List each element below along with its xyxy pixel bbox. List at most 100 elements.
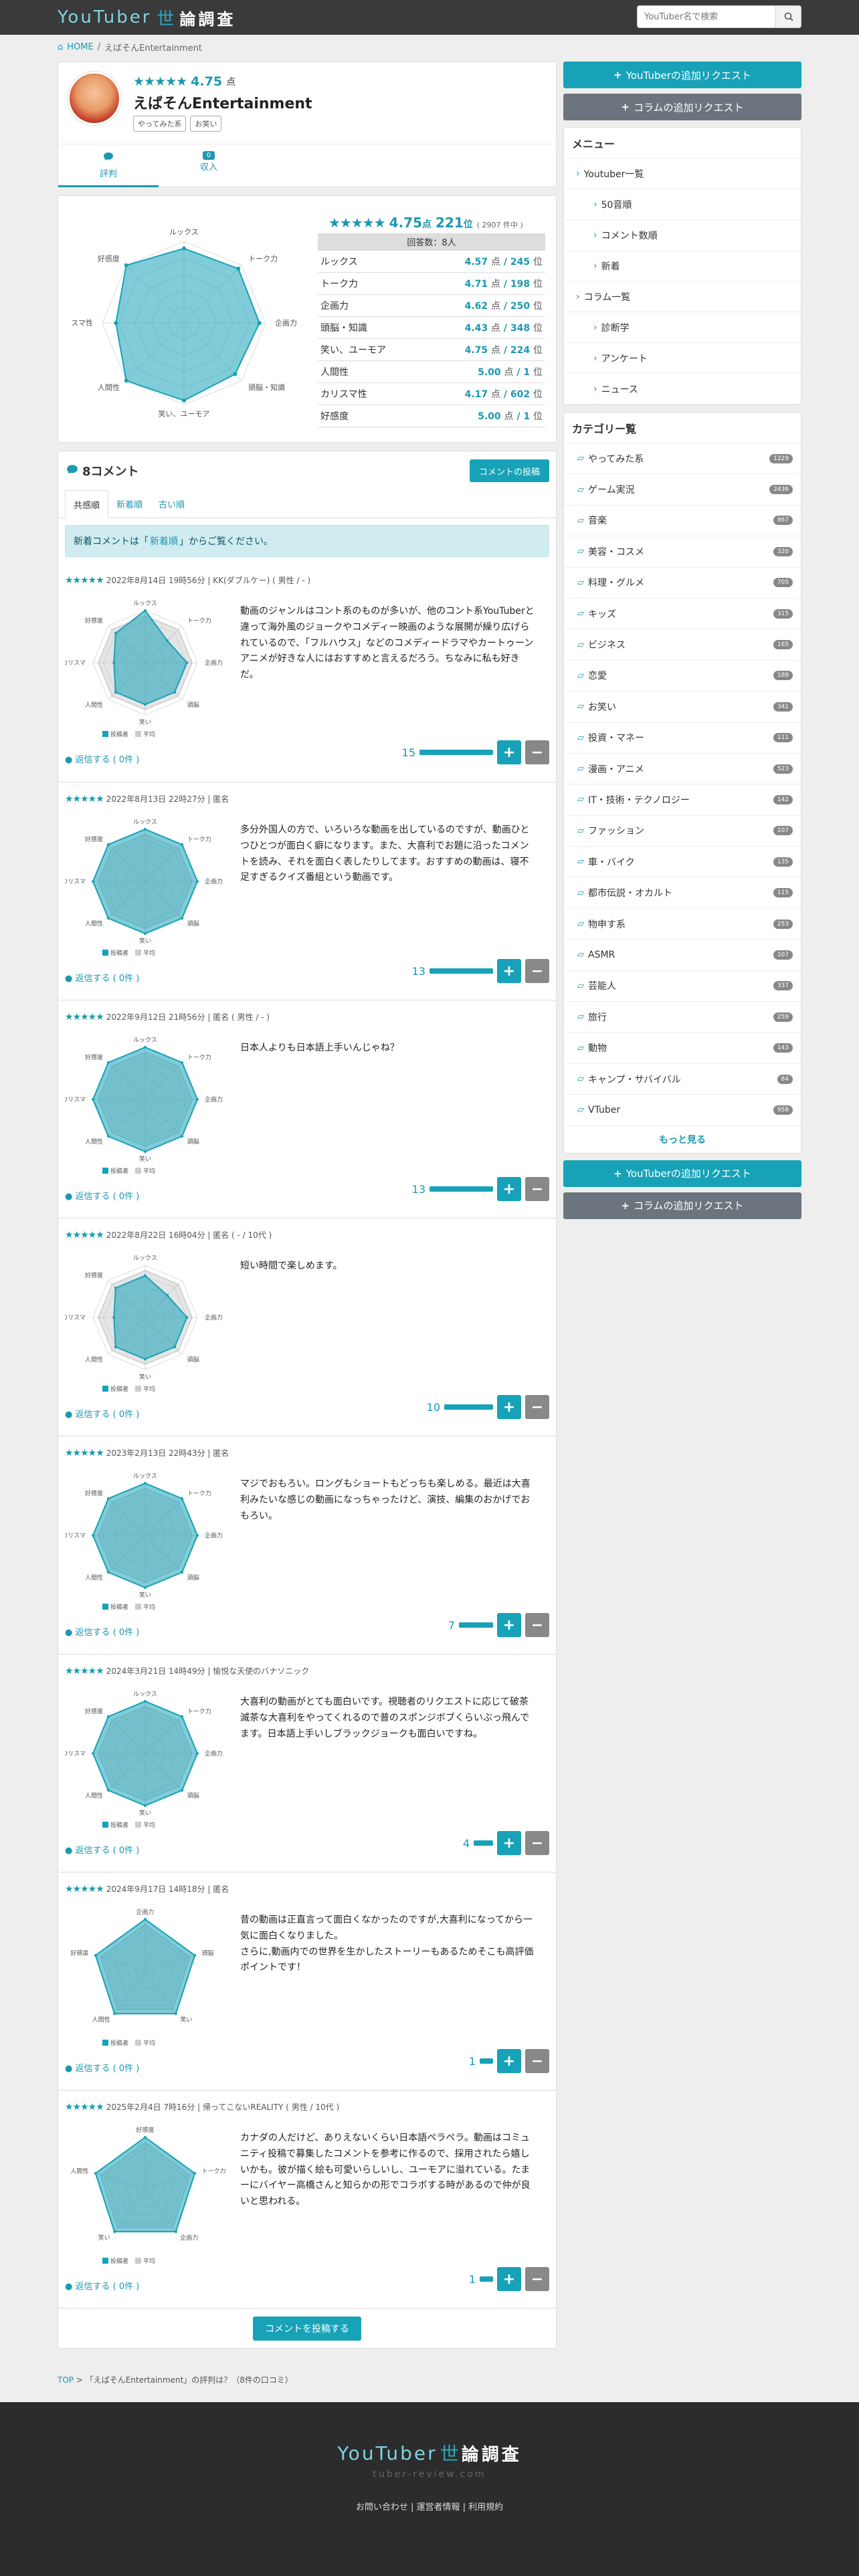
upvote-button[interactable]: + — [497, 959, 521, 983]
menu-item[interactable]: コメント数順 — [564, 220, 801, 251]
downvote-button[interactable]: − — [525, 1831, 549, 1855]
rating-stars: ★★★★★ — [133, 74, 187, 89]
category-item[interactable]: ▱ 恋愛 189 — [564, 661, 801, 692]
radar-point — [182, 246, 186, 251]
downvote-button[interactable]: − — [525, 1395, 549, 1419]
category-count: 107 — [773, 826, 793, 836]
category-item[interactable]: ▱ VTuber 958 — [564, 1095, 801, 1126]
score-label: トーク力 — [318, 272, 423, 295]
radar-point — [181, 917, 184, 920]
comment-icon: ● — [65, 2064, 73, 2074]
reply-link[interactable]: ● 返信する ( 0件 ) — [65, 1407, 139, 1420]
reply-link[interactable]: ● 返信する ( 0件 ) — [65, 1189, 139, 1202]
comment-icon: ● — [65, 1410, 73, 1420]
menu-item[interactable]: ニュース — [564, 374, 801, 405]
reply-link[interactable]: ● 返信する ( 0件 ) — [65, 1843, 139, 1856]
comment-text: カナダの人だけど、ありえないくらい日本語ペラペラ。動画はコミュニティ投稿で募集し… — [240, 2133, 531, 2208]
upvote-button[interactable]: + — [497, 2267, 521, 2291]
menu-item[interactable]: 診断学 — [564, 312, 801, 343]
category-item[interactable]: ▱ 料理・グルメ 705 — [564, 568, 801, 599]
category-item[interactable]: ▱ ビジネス 165 — [564, 629, 801, 661]
upvote-button[interactable]: + — [497, 1177, 521, 1201]
tab-sort-oldest[interactable]: 古い順 — [151, 490, 193, 518]
tab-reputation[interactable]: 評判 — [58, 144, 159, 187]
add-column-request-button-bottom[interactable]: + コラムの追加リクエスト — [563, 1192, 801, 1219]
comment-text: 動画のジャンルはコント系のものが多いが、他のコント系YouTuberと違って海外… — [240, 606, 535, 681]
downvote-button[interactable]: − — [525, 2049, 549, 2073]
reply-link[interactable]: ● 返信する ( 0件 ) — [65, 971, 139, 984]
reply-link[interactable]: ● 返信する ( 0件 ) — [65, 1625, 139, 1638]
menu-item[interactable]: アンケート — [564, 343, 801, 374]
comment-list: ★★★★★ 2022年8月14日 19時56分 | KK(ダブルケー) ( 男性 … — [58, 564, 556, 2308]
category-item[interactable]: ▱ キャンプ・サバイバル 84 — [564, 1064, 801, 1095]
category-item[interactable]: ▱ 芸能人 337 — [564, 971, 801, 1002]
tab-income[interactable]: 0 収入 — [159, 144, 259, 187]
category-item[interactable]: ▱ ゲーム実況 2436 — [564, 474, 801, 506]
radar-legend: 投稿者 平均 — [102, 948, 155, 957]
add-column-request-button[interactable]: + コラムの追加リクエスト — [563, 94, 801, 120]
category-item[interactable]: ▱ 都市伝説・オカルト 115 — [564, 877, 801, 909]
reply-link[interactable]: ● 返信する ( 0件 ) — [65, 2279, 139, 2292]
menu-item[interactable]: 50音順 — [564, 189, 801, 220]
downvote-button[interactable]: − — [525, 2267, 549, 2291]
score-value: 4.43 点 / 348 位 — [422, 316, 545, 339]
category-item[interactable]: ▱ 美容・コスメ 320 — [564, 536, 801, 568]
tag[interactable]: やってみた系 — [133, 116, 187, 132]
logo-text-ronchosa: 論調査 — [179, 9, 236, 29]
post-comment-bottom-button[interactable]: コメントを投稿する — [253, 2316, 361, 2341]
category-count: 84 — [777, 1074, 793, 1084]
post-comment-button[interactable]: コメントの投稿 — [469, 459, 549, 482]
category-item[interactable]: ▱ 車・バイク 135 — [564, 847, 801, 878]
site-logo[interactable]: YouTuber 世 論調査 — [58, 5, 235, 30]
comments-section: 8コメント コメントの投稿 共感順 新着順 古い順 新着コメントは「 新着順 」から… — [58, 451, 557, 2349]
footer-breadcrumb-top[interactable]: TOP — [58, 2375, 74, 2385]
more-categories-link[interactable]: もっと見る — [564, 1126, 801, 1153]
add-youtuber-request-button[interactable]: + YouTuberの追加リクエスト — [563, 62, 801, 88]
breadcrumb-home[interactable]: HOME — [67, 42, 93, 52]
upvote-button[interactable]: + — [497, 740, 521, 764]
category-item[interactable]: ▱ やってみた系 1229 — [564, 443, 801, 475]
category-item[interactable]: ▱ ファッション 107 — [564, 816, 801, 847]
category-item[interactable]: ▱ お笑い 341 — [564, 691, 801, 723]
downvote-button[interactable]: − — [525, 740, 549, 764]
menu-item[interactable]: Youtuber一覧 — [564, 158, 801, 189]
reply-link[interactable]: ● 返信する ( 0件 ) — [65, 752, 139, 765]
downvote-button[interactable]: − — [525, 959, 549, 983]
folder-icon: ▱ — [577, 639, 584, 650]
menu-item[interactable]: 新着 — [564, 251, 801, 282]
comment-stars: ★★★★★ — [65, 1883, 104, 1895]
downvote-button[interactable]: − — [525, 1613, 549, 1637]
category-item[interactable]: ▱ 音楽 867 — [564, 506, 801, 537]
tag[interactable]: お笑い — [190, 116, 222, 132]
category-label: IT・技術・テクノロジー — [588, 794, 690, 806]
category-label: やってみた系 — [588, 453, 644, 465]
add-youtuber-request-button-bottom[interactable]: + YouTuberの追加リクエスト — [563, 1160, 801, 1187]
category-item[interactable]: ▱ 漫画・アニメ 523 — [564, 754, 801, 785]
search-input[interactable] — [637, 5, 776, 28]
radar-label: 笑い — [139, 1155, 151, 1163]
upvote-button[interactable]: + — [497, 1395, 521, 1419]
folder-icon: ▱ — [577, 453, 584, 464]
footer-links[interactable]: お問い合わせ | 運営者情報 | 利用規約 — [0, 2500, 859, 2512]
upvote-button[interactable]: + — [497, 1831, 521, 1855]
folder-icon: ▱ — [577, 794, 584, 805]
tab-sort-newest[interactable]: 新着順 — [108, 490, 151, 518]
search-button[interactable] — [776, 5, 801, 28]
category-item[interactable]: ▱ 物申す系 253 — [564, 909, 801, 940]
radar-point — [196, 1752, 199, 1755]
category-item[interactable]: ▱ 投資・マネー 111 — [564, 723, 801, 754]
upvote-button[interactable]: + — [497, 2049, 521, 2073]
category-item[interactable]: ▱ キッズ 315 — [564, 599, 801, 630]
upvote-button[interactable]: + — [497, 1613, 521, 1637]
menu-item[interactable]: コラム一覧 — [564, 282, 801, 312]
tab-sort-empathy[interactable]: 共感順 — [65, 490, 109, 518]
downvote-button[interactable]: − — [525, 1177, 549, 1201]
footer-logo[interactable]: YouTuber 世 論調査 — [0, 2440, 859, 2466]
category-item[interactable]: ▱ IT・技術・テクノロジー 142 — [564, 784, 801, 816]
category-item[interactable]: ▱ 動物 143 — [564, 1033, 801, 1064]
category-item[interactable]: ▱ 旅行 259 — [564, 1002, 801, 1033]
category-item[interactable]: ▱ ASMR 107 — [564, 940, 801, 971]
score-label: 好感度 — [318, 405, 423, 427]
reply-link[interactable]: ● 返信する ( 0件 ) — [65, 2061, 139, 2074]
newest-link[interactable]: 新着順 — [150, 534, 178, 548]
